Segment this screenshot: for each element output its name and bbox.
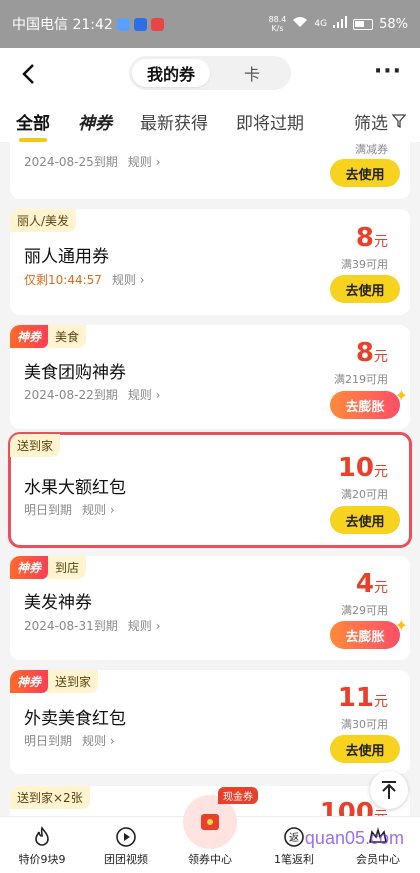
cash-coupon-badge: 现金券 (218, 787, 258, 804)
inflate-button[interactable]: 去膨胀 ✦ (330, 616, 408, 649)
coupon-card: 神券 送到家 外卖美食红包 明日到期 规则 › 11元 满30可用 去使用 (10, 670, 410, 774)
category-tag: 送到家 (10, 434, 61, 457)
coupon-list: 2024-08-25到期 规则 › 满减券 去使用 丽人/美发 丽人通用券 仅剩… (0, 142, 420, 816)
more-button[interactable]: ··· (374, 61, 402, 83)
tab-coupon-center[interactable]: 现金券 领券中心 (168, 787, 258, 873)
watermark: quan05.com (304, 828, 404, 848)
coupon-title: 水果大额红包 (24, 478, 126, 498)
rebate-icon: 返 (282, 825, 306, 849)
play-icon (114, 825, 138, 849)
use-button[interactable]: 去使用 (330, 506, 400, 534)
coupon-meta: 明日到期 规则 › (24, 501, 115, 518)
coupon-condition: 满39可用 (341, 258, 388, 271)
rule-link[interactable]: 规则 › (128, 617, 161, 634)
coupon-card-highlighted: 送到家 水果大额红包 明日到期 规则 › 10元 满20可用 去使用 (8, 432, 412, 548)
rule-link[interactable]: 规则 › (82, 732, 115, 749)
shenquan-tag: 神券 (10, 325, 49, 348)
coupon-meta: 2024-08-22到期 规则 › (24, 386, 161, 403)
coupon-meta: 2024-08-31到期 规则 › (24, 617, 161, 634)
segment-cards[interactable]: 卡 (213, 56, 291, 90)
tab-video[interactable]: 团团视频 (84, 817, 168, 873)
arrow-up-icon (382, 781, 396, 799)
rule-link[interactable]: 规则 › (82, 501, 115, 518)
shenquan-tag: 神券 (10, 556, 49, 579)
status-bar: 中国电信 21:42 88.4 K/s 4G 58% (0, 0, 420, 48)
battery-icon (353, 18, 374, 30)
coupon-title: 丽人通用券 (24, 247, 109, 267)
svg-text:返: 返 (289, 832, 299, 844)
tab-deals[interactable]: 特价9块9 (0, 817, 84, 873)
coupon-amount: 8元 (355, 338, 388, 368)
coupon-title: 外卖美食红包 (24, 709, 126, 729)
category-tag: 美食 (48, 325, 87, 348)
category-tag: 送到家 (48, 670, 99, 693)
coupon-condition: 满30可用 (341, 718, 388, 731)
category-tag: 送到家×2张 (10, 786, 90, 809)
filter-button[interactable]: 筛选 (354, 109, 406, 134)
coupon-meta: 明日到期 规则 › (24, 732, 115, 749)
carrier-time: 中国电信 21:42 (12, 17, 113, 33)
coupon-condition: 满减券 (355, 143, 388, 156)
segment-control: 我的券 卡 (129, 56, 291, 90)
use-button[interactable]: 去使用 (330, 159, 400, 187)
network-type: 4G (314, 19, 328, 29)
back-to-top-button[interactable] (370, 771, 408, 809)
tab-shenquan[interactable]: 神券 (78, 109, 112, 134)
coupon-condition: 满20可用 (341, 488, 388, 501)
back-arrow-icon (22, 64, 34, 84)
coupon-amount: 4元 (355, 569, 388, 599)
coupon-amount: 8元 (355, 223, 388, 253)
coupon-card: 2024-08-25到期 规则 › 满减券 去使用 (10, 142, 410, 199)
filter-icon (392, 114, 406, 128)
coupon-card: 神券 美食 美食团购神券 2024-08-22到期 规则 › 8元 满219可用… (10, 325, 410, 429)
rule-link[interactable]: 规则 › (128, 153, 161, 170)
net-speed: 88.4 K/s (268, 15, 287, 33)
shenquan-tag: 神券 (10, 670, 49, 693)
category-tag: 丽人/美发 (10, 209, 77, 232)
coupon-amount: 10元 (337, 453, 388, 483)
rule-link[interactable]: 规则 › (112, 271, 145, 288)
coupon-title: 美食团购神券 (24, 363, 126, 383)
coupon-title: 美发神券 (24, 593, 92, 613)
tab-newest[interactable]: 最新获得 (140, 109, 208, 134)
app-notification-icon (150, 17, 164, 31)
coupon-card: 神券 到店 美发神券 2024-08-31到期 规则 › 4元 满29可用 去膨… (10, 556, 410, 660)
coupon-meta: 仅剩10:44:57 规则 › (24, 271, 145, 288)
flame-icon (30, 825, 54, 849)
rule-link[interactable]: 规则 › (128, 386, 161, 403)
coupon-card: 丽人/美发 丽人通用券 仅剩10:44:57 规则 › 8元 满39可用 去使用 (10, 209, 410, 315)
wifi-icon (292, 16, 308, 32)
coupon-condition: 满219可用 (334, 373, 388, 386)
category-tag: 到店 (48, 556, 87, 579)
coupon-amount: 11元 (337, 683, 388, 713)
filter-tabs: 全部 神券 最新获得 即将过期 筛选 (0, 100, 420, 142)
segment-my-coupons[interactable]: 我的券 (132, 59, 210, 87)
sparkle-icon: ✦ (394, 616, 408, 635)
inflate-button[interactable]: 去膨胀 ✦ (330, 386, 408, 419)
nav-bar: 我的券 卡 ··· (0, 48, 420, 100)
use-button[interactable]: 去使用 (330, 735, 400, 763)
coupon-condition: 满29可用 (341, 604, 388, 617)
use-button[interactable]: 去使用 (330, 275, 400, 303)
tab-all[interactable]: 全部 (16, 109, 50, 142)
app-notification-icon (116, 17, 130, 31)
sparkle-icon: ✦ (394, 386, 408, 405)
tab-expiring[interactable]: 即将过期 (236, 109, 304, 134)
signal-icon (333, 16, 348, 32)
back-button[interactable] (14, 60, 42, 88)
battery-level: 58% (379, 16, 408, 32)
app-notification-icon (133, 17, 147, 31)
coupon-meta: 2024-08-25到期 规则 › (24, 153, 161, 170)
